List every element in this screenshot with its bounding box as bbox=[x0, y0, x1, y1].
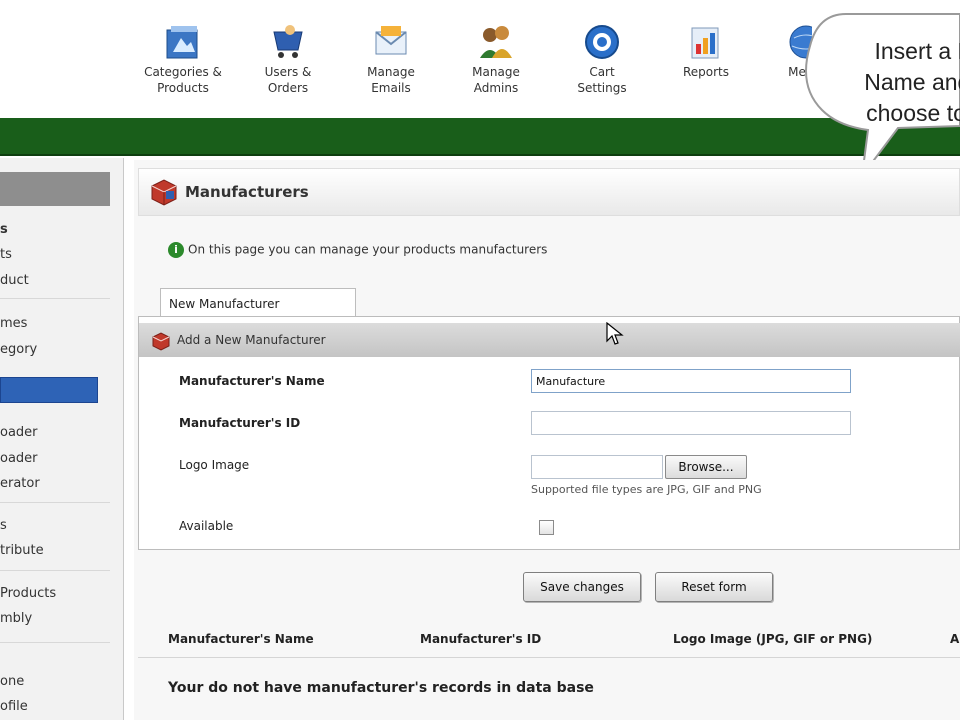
users-orders-icon bbox=[273, 25, 303, 58]
sidebar-divider bbox=[0, 298, 110, 299]
sidebar-item[interactable]: oader bbox=[0, 421, 110, 445]
sidebar-item[interactable]: mes bbox=[0, 312, 110, 336]
form-header: Add a New Manufacturer bbox=[139, 323, 960, 357]
manage-admins-icon bbox=[480, 26, 512, 58]
toolbar-manage-emails[interactable]: Manage Emails bbox=[341, 22, 441, 96]
tutorial-callout: Insert a Ma Name and ID choose to ad bbox=[798, 6, 960, 180]
manufacturer-box-icon bbox=[152, 332, 170, 351]
save-changes-button[interactable]: Save changes bbox=[523, 572, 641, 602]
manufacturer-box-icon bbox=[151, 179, 177, 206]
reports-icon bbox=[691, 27, 719, 59]
toolbar-item-label: Categories & Products bbox=[144, 65, 222, 95]
new-manufacturer-form: Add a New Manufacturer Manufacturer's Na… bbox=[138, 316, 960, 550]
logo-file-input[interactable] bbox=[531, 455, 663, 479]
tab-new-manufacturer[interactable]: New Manufacturer bbox=[160, 288, 356, 318]
sidebar-item[interactable]: mbly bbox=[0, 607, 110, 631]
sidebar-item[interactable]: s bbox=[0, 218, 110, 242]
sidebar-divider bbox=[0, 642, 110, 643]
column-header: Logo Image (JPG, GIF or PNG) bbox=[673, 632, 873, 646]
logo-image-label: Logo Image bbox=[179, 458, 250, 472]
cart-settings-icon bbox=[585, 25, 619, 59]
toolbar-reports[interactable]: Reports bbox=[656, 22, 756, 80]
manufacturer-id-label: Manufacturer's ID bbox=[179, 416, 301, 430]
sidebar-item[interactable]: erator bbox=[0, 472, 110, 496]
toolbar-item-label: Manage Admins bbox=[472, 65, 520, 95]
info-icon: i bbox=[168, 242, 184, 258]
sidebar-item[interactable]: ofile bbox=[0, 695, 110, 719]
empty-table-message: Your do not have manufacturer's records … bbox=[168, 680, 594, 696]
available-checkbox[interactable] bbox=[539, 520, 554, 535]
sidebar-item[interactable]: Products bbox=[0, 582, 110, 606]
manufacturer-name-label: Manufacturer's Name bbox=[179, 374, 325, 388]
toolbar-cart-settings[interactable]: Cart Settings bbox=[552, 22, 652, 96]
sidebar-item-selected[interactable] bbox=[0, 377, 98, 403]
column-header: Manufacturer's ID bbox=[420, 632, 542, 646]
sidebar-item[interactable]: one bbox=[0, 670, 110, 694]
toolbar-item-label: Manage Emails bbox=[367, 65, 415, 95]
sidebar-item[interactable]: duct bbox=[0, 269, 110, 293]
manufacturer-id-input[interactable] bbox=[531, 411, 851, 435]
toolbar-item-label: Cart Settings bbox=[577, 65, 627, 95]
left-sidebar: s ts duct mes egory oader oader erator s… bbox=[0, 158, 124, 720]
available-label: Available bbox=[179, 519, 234, 533]
sidebar-header bbox=[0, 172, 110, 206]
callout-text: Insert a Ma Name and ID choose to ad bbox=[864, 38, 960, 126]
info-text: On this page you can manage your product… bbox=[188, 242, 548, 257]
sidebar-item[interactable]: tribute bbox=[0, 539, 110, 563]
main-panel: Manufacturers i On this page you can mana… bbox=[134, 160, 960, 720]
form-header-text: Add a New Manufacturer bbox=[177, 333, 326, 347]
categories-products-icon bbox=[166, 26, 198, 59]
browse-button[interactable]: Browse... bbox=[665, 455, 747, 479]
toolbar-categories-products[interactable]: Categories & Products bbox=[133, 22, 233, 96]
reset-form-button[interactable]: Reset form bbox=[655, 572, 773, 602]
manufacturers-table-header: Manufacturer's Name Manufacturer's ID Lo… bbox=[138, 622, 960, 658]
manage-emails-icon bbox=[375, 26, 407, 55]
mouse-cursor-icon bbox=[606, 322, 624, 345]
manufacturer-name-input[interactable] bbox=[531, 369, 851, 393]
column-header: A bbox=[950, 632, 960, 646]
sidebar-divider bbox=[0, 502, 110, 503]
sidebar-item[interactable]: ts bbox=[0, 243, 110, 267]
toolbar-item-label: Reports bbox=[682, 65, 730, 79]
sidebar-item[interactable]: egory bbox=[0, 338, 110, 362]
sidebar-item[interactable]: oader bbox=[0, 447, 110, 471]
page-header: Manufacturers bbox=[138, 168, 960, 216]
info-message: i On this page you can manage your produc… bbox=[168, 242, 547, 258]
sidebar-divider bbox=[0, 570, 110, 571]
sidebar-item[interactable]: s bbox=[0, 514, 110, 538]
toolbar-item-label: Users & Orders bbox=[264, 65, 312, 95]
page-title: Manufacturers bbox=[185, 183, 309, 201]
logo-hint: Supported file types are JPG, GIF and PN… bbox=[531, 483, 762, 496]
column-header: Manufacturer's Name bbox=[168, 632, 314, 646]
toolbar-users-orders[interactable]: Users & Orders bbox=[238, 22, 338, 96]
toolbar-manage-admins[interactable]: Manage Admins bbox=[446, 22, 546, 96]
